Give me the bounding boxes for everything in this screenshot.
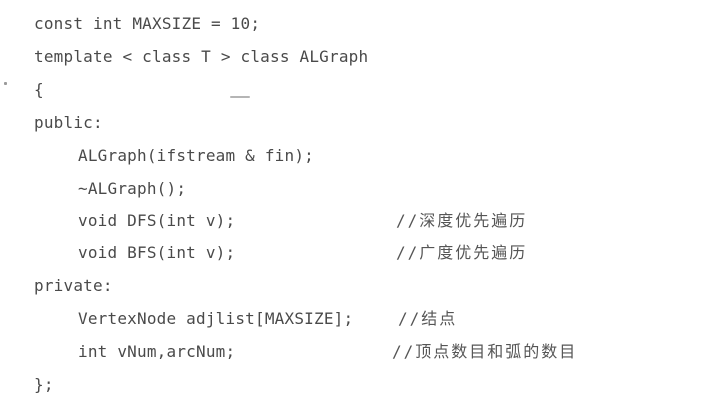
code-line-template: template < class T > class ALGraph (34, 47, 369, 66)
code-line-constructor: ALGraph(ifstream & fin); (78, 146, 314, 165)
code-listing: const int MAXSIZE = 10; template < class… (0, 0, 726, 406)
scan-speck (230, 96, 250, 98)
code-line-const: const int MAXSIZE = 10; (34, 14, 261, 33)
comment-dfs: //深度优先遍历 (396, 211, 528, 230)
code-line-bfs: void BFS(int v); (78, 243, 236, 262)
code-line-destructor: ~ALGraph(); (78, 179, 187, 198)
code-line-public: public: (34, 113, 103, 132)
code-line-counts: int vNum,arcNum; (78, 342, 236, 361)
code-line-adjlist: VertexNode adjlist[MAXSIZE]; (78, 309, 354, 328)
scan-speck (4, 82, 7, 85)
code-line-dfs: void DFS(int v); (78, 211, 236, 230)
code-line-private: private: (34, 276, 113, 295)
comment-counts: //顶点数目和弧的数目 (392, 342, 578, 361)
comment-adjlist: //结点 (398, 309, 458, 328)
code-line-open-brace: { (34, 80, 44, 99)
comment-bfs: //广度优先遍历 (396, 243, 528, 262)
code-line-close-brace: }; (34, 375, 54, 394)
